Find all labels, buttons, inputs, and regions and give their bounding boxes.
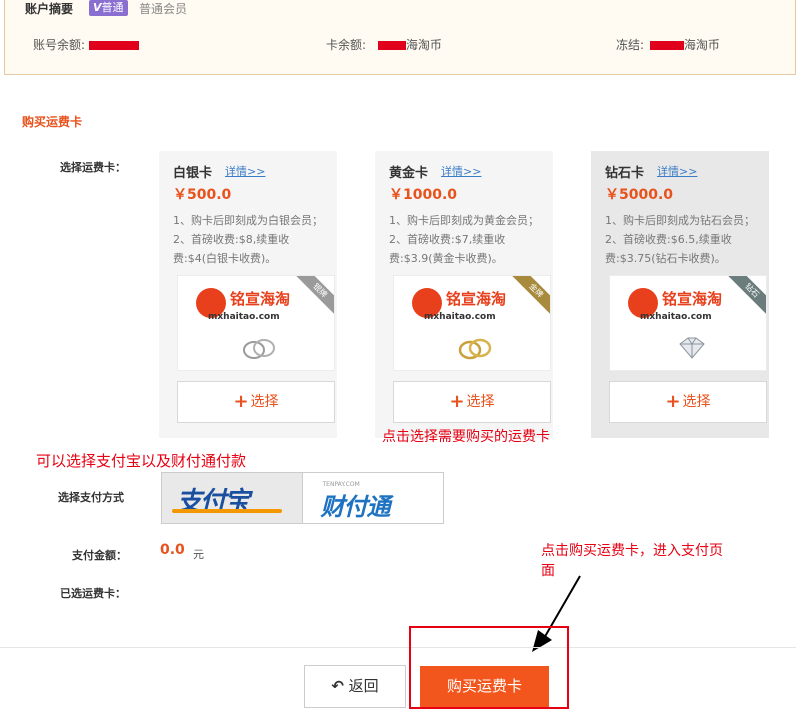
select-label: 选择 [682,394,711,410]
logo-text: 铭宣海淘 [662,290,723,308]
card-name: 黄金卡 [389,166,429,181]
card-price: ￥500.0 [173,187,232,203]
frozen-balance: 冻结: 海淘币 [616,36,720,53]
plus-icon: + [449,391,465,412]
back-label: 返回 [348,677,379,695]
card-desc-line: 2、首磅收费:$6.5,续重收费:$3.75(钻石卡收费)。 [605,233,732,265]
annotation-buy-hint-line: 面 [541,563,555,579]
card-image: 铭宣海淘 mxhaitao.com 银牌 [177,275,335,371]
corner-ribbon: 银牌 [294,276,334,317]
vip-badge-text: 普通 [101,1,124,14]
card-diamond[interactable]: 钻石卡 详情>> ￥5000.0 1、购卡后即刻成为钻石会员； 2、首磅收费:$… [591,151,769,438]
pay-amount-unit: 元 [193,548,204,561]
card-detail-link[interactable]: 详情>> [225,163,265,179]
member-level: 普通会员 [139,2,188,16]
summary-title: 账户摘要 [25,2,74,16]
corner-ribbon: 金牌 [510,276,550,317]
vip-badge-v: V [93,1,102,14]
logo-text: 铭宣海淘 [230,290,291,308]
plus-icon: + [665,391,681,412]
card-desc-line: 1、购卡后即刻成为白银会员； [173,214,323,227]
card-desc-line: 1、购卡后即刻成为黄金会员； [389,214,539,227]
account-balance-label: 账号余额: [33,38,86,52]
card-price: ￥1000.0 [389,187,458,203]
logo-text: 铭宣海淘 [446,290,507,308]
pay-amount-value: 0.0 [160,542,185,558]
frozen-unit: 海淘币 [683,38,720,52]
plus-icon: + [233,391,249,412]
select-card-button[interactable]: + 选择 [177,381,335,423]
corner-ribbon: 钻石 [726,276,766,317]
card-detail-link[interactable]: 详情>> [441,163,481,179]
card-gold[interactable]: 黄金卡 详情>> ￥1000.0 1、购卡后即刻成为黄金会员； 2、首磅收费:$… [375,151,553,438]
annotation-card-hint: 点击选择需要购买的运费卡 [382,429,550,445]
card-detail-link[interactable]: 详情>> [657,163,697,179]
pay-amount-label: 支付金额： [72,549,127,562]
logo-subtext: mxhaitao.com [208,312,280,322]
rings-icon [458,338,492,360]
card-description: 1、购卡后即刻成为钻石会员； 2、首磅收费:$6.5,续重收费:$3.75(钻石… [605,211,765,268]
alipay-swoosh-icon [172,509,282,513]
selected-card-label: 已选运费卡： [60,587,126,600]
section-title: 购买运费卡 [22,115,83,129]
undo-arrow-icon: ↶ [331,677,344,695]
frozen-label: 冻结: [616,38,645,52]
annotation-buy-hint-line: 点击购买运费卡，进入支付页 [541,543,723,559]
card-balance-unit: 海淘币 [405,38,442,52]
annotation-buy-hint: 点击购买运费卡，进入支付页 面 [541,540,723,580]
card-balance-label: 卡余额: [326,38,367,52]
card-name: 钻石卡 [605,166,645,181]
redacted-value [88,41,139,50]
select-payment-label: 选择支付方式 [58,491,124,504]
select-card-button[interactable]: + 选择 [609,381,767,423]
card-name: 白银卡 [173,166,213,181]
card-description: 1、购卡后即刻成为黄金会员； 2、首磅收费:$7,续重收费:$3.9(黄金卡收费… [389,211,549,268]
card-desc-line: 1、购卡后即刻成为钻石会员； [605,214,755,227]
select-label: 选择 [466,394,495,410]
card-silver[interactable]: 白银卡 详情>> ￥500.0 1、购卡后即刻成为白银会员； 2、首磅收费:$8… [159,151,337,438]
redacted-value [649,41,684,50]
card-desc-line: 2、首磅收费:$8,续重收费:$4(白银卡收费)。 [173,233,290,265]
buy-card-button[interactable]: 购买运费卡 [420,666,549,707]
account-balance: 账号余额: [33,36,139,53]
redacted-value [377,41,406,50]
card-balance: 卡余额: 海淘币 [326,36,442,53]
logo-subtext: mxhaitao.com [424,312,496,322]
logo-subtext: mxhaitao.com [640,312,712,322]
back-button[interactable]: ↶ 返回 [304,665,406,708]
alipay-option[interactable]: 支付宝 [162,473,303,523]
card-image: 铭宣海淘 mxhaitao.com 金牌 [393,275,551,371]
card-description: 1、购卡后即刻成为白银会员； 2、首磅收费:$8,续重收费:$4(白银卡收费)。 [173,211,333,268]
annotation-payment-hint: 可以选择支付宝以及财付通付款 [36,452,247,470]
card-price: ￥5000.0 [605,187,674,203]
tenpay-option[interactable]: TENPAY.COM 财付通 [303,473,444,523]
select-card-button[interactable]: + 选择 [393,381,551,423]
divider [0,647,796,648]
page: 账户摘要 V普通 普通会员 账号余额: 卡余额: 海淘币 冻结: 海淘币 购买运… [0,0,796,709]
rings-icon [243,339,275,359]
vip-badge: V普通 [89,0,128,16]
payment-methods: 支付宝 TENPAY.COM 财付通 [161,472,444,524]
select-card-label: 选择运费卡： [60,161,126,174]
card-image: 铭宣海淘 mxhaitao.com 钻石 [609,275,767,371]
diamond-icon [679,337,705,359]
select-label: 选择 [250,394,279,410]
account-summary: 账户摘要 V普通 普通会员 账号余额: 卡余额: 海淘币 冻结: 海淘币 [4,0,796,75]
card-desc-line: 2、首磅收费:$7,续重收费:$3.9(黄金卡收费)。 [389,233,506,265]
tenpay-logo: 财付通 [320,492,391,521]
